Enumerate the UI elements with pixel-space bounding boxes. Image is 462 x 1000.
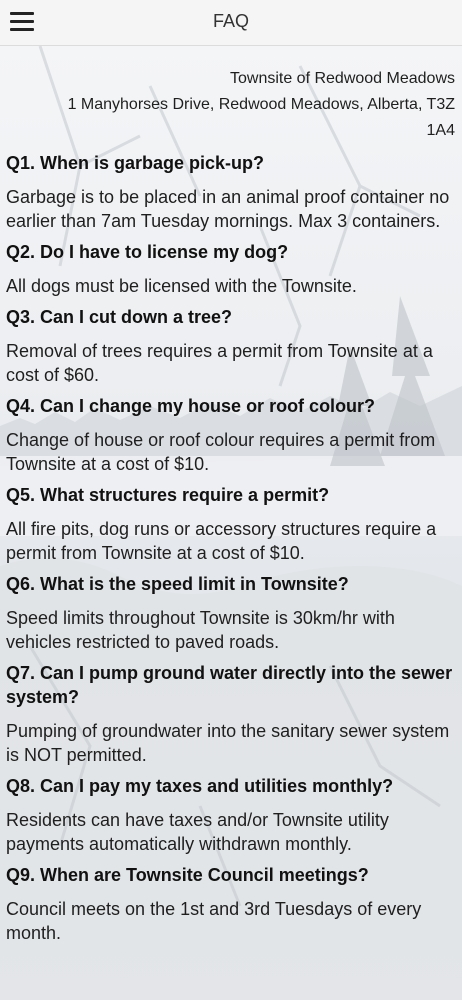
faq-question: Q5. What structures require a permit? (6, 485, 330, 505)
faq-answer: All dogs must be licensed with the Towns… (6, 276, 357, 296)
faq-question: Q4. Can I change my house or roof colour… (6, 396, 376, 416)
faq-question: Q2. Do I have to license my dog? (6, 242, 289, 262)
address-block: Townsite of Redwood Meadows 1 Manyhorses… (6, 46, 456, 144)
faq-answer: Removal of trees requires a permit from … (6, 341, 433, 385)
faq-item: Q1. When is garbage pick-up? Garbage is … (6, 151, 456, 233)
faq-answer: Garbage is to be placed in an animal pro… (6, 187, 450, 231)
faq-item: Q4. Can I change my house or roof colour… (6, 394, 456, 476)
faq-content: Townsite of Redwood Meadows 1 Manyhorses… (0, 46, 462, 945)
faq-answer: Speed limits throughout Townsite is 30km… (6, 608, 395, 652)
top-app-bar: FAQ (0, 0, 462, 46)
faq-item: Q5. What structures require a permit? Al… (6, 483, 456, 565)
page-title: FAQ (212, 11, 249, 31)
faq-item: Q2. Do I have to license my dog? All dog… (6, 240, 456, 298)
faq-item: Q3. Can I cut down a tree? Removal of tr… (6, 305, 456, 387)
faq-question: Q3. Can I cut down a tree? (6, 307, 233, 327)
faq-answer: Change of house or roof colour requires … (6, 430, 436, 474)
address-line-3: 1A4 (426, 122, 455, 139)
faq-question: Q9. When are Townsite Council meetings? (6, 865, 369, 885)
faq-question: Q7. Can I pump ground water directly int… (6, 663, 453, 707)
address-line-1: Townsite of Redwood Meadows (229, 70, 455, 87)
faq-answer: Pumping of groundwater into the sanitary… (6, 721, 450, 765)
faq-item: Q9. When are Townsite Council meetings? … (6, 863, 456, 945)
faq-question: Q1. When is garbage pick-up? (6, 153, 265, 173)
faq-answer: Residents can have taxes and/or Townsite… (6, 810, 389, 854)
faq-item: Q6. What is the speed limit in Townsite?… (6, 572, 456, 654)
faq-question: Q6. What is the speed limit in Townsite? (6, 574, 349, 594)
faq-item: Q8. Can I pay my taxes and utilities mon… (6, 774, 456, 856)
faq-item: Q7. Can I pump ground water directly int… (6, 661, 456, 767)
faq-answer: Council meets on the 1st and 3rd Tuesday… (6, 899, 422, 943)
faq-question: Q8. Can I pay my taxes and utilities mon… (6, 776, 394, 796)
faq-answer: All fire pits, dog runs or accessory str… (6, 519, 437, 563)
address-line-2: 1 Manyhorses Drive, Redwood Meadows, Alb… (67, 96, 455, 113)
